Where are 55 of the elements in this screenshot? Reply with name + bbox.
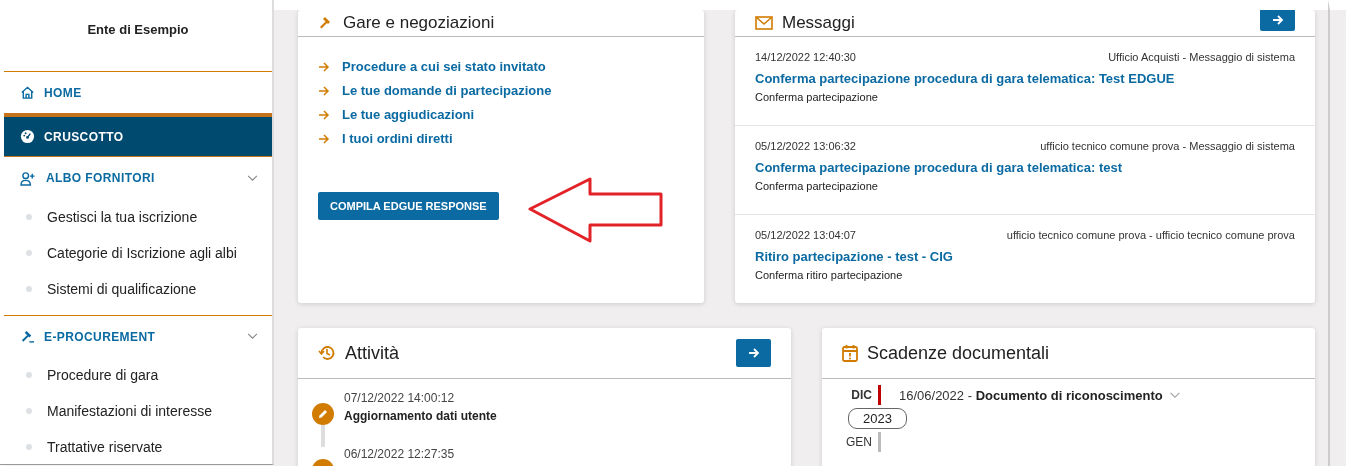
right-arrow-icon xyxy=(747,348,760,358)
submenu-item[interactable]: Gestisci la tua iscrizione xyxy=(4,199,272,235)
link[interactable]: I tuoi ordini diretti xyxy=(318,127,684,151)
submenu-item[interactable]: Trattative riservate xyxy=(4,429,272,465)
message-sender: ufficio tecnico comune prova - Messaggio di sistema xyxy=(1040,140,1295,152)
message-date: 05/12/2022 13:06:32 xyxy=(755,140,856,152)
message-preview: Conferma ritiro partecipazione xyxy=(755,269,904,281)
link[interactable]: Procedure a cui sei stato invitato xyxy=(318,55,684,79)
card-title: Scadenze documentali xyxy=(867,342,1051,364)
arrow-button[interactable] xyxy=(736,339,771,367)
right-arrow-icon xyxy=(318,110,330,120)
nav-item[interactable]: CRUSCOTTO xyxy=(4,113,272,157)
message-preview: Conferma partecipazione xyxy=(755,91,879,103)
link[interactable]: Le tue domande di partecipazione xyxy=(318,79,684,103)
submenu-item[interactable]: Procedure di gara xyxy=(4,357,272,393)
activity-description: Aggiornamento dati utente xyxy=(344,409,497,423)
message-subject-link[interactable]: Ritiro partecipazione - test - CIG xyxy=(755,249,1295,264)
message-preview: Conferma partecipazione xyxy=(755,180,879,192)
right-arrow-icon xyxy=(318,134,330,144)
deadline-entry[interactable]: 16/06/2022 - Documento di riconoscimento xyxy=(899,387,1163,403)
nav-item[interactable]: E-PROCUREMENT xyxy=(4,315,272,357)
year-badge: 2023 xyxy=(848,408,907,429)
link[interactable]: Le tue aggiudicazioni xyxy=(318,103,684,127)
message-date: 14/12/2022 12:40:30 xyxy=(755,51,856,63)
gavel-icon xyxy=(20,329,35,344)
scrollbar[interactable] xyxy=(1328,0,1346,466)
message-sender: Ufficio Acquisti - Messaggio di sistema xyxy=(1108,51,1295,63)
message-subject-link[interactable]: Conferma partecipazione procedura di gara telematica: Test EDGUE xyxy=(755,71,1295,86)
message-subject-link[interactable]: Conferma partecipazione procedura di gara telematica: test xyxy=(755,160,1295,175)
activity-date: 06/12/2022 12:27:35 xyxy=(344,447,455,461)
month-label: DIC xyxy=(850,388,872,402)
organization-name: Ente di Esempio xyxy=(86,21,190,39)
add-user-icon xyxy=(20,170,37,186)
compile-button[interactable]: COMPILA EDGUE RESPONSE xyxy=(318,192,499,220)
submenu-item[interactable]: Categorie di Iscrizione agli albi xyxy=(4,235,272,271)
activity-date: 07/12/2022 14:00:12 xyxy=(344,391,456,405)
card-title: Messaggi xyxy=(782,13,856,33)
card-title: Gare e negoziazioni xyxy=(343,13,496,33)
submenu-item[interactable]: Manifestazioni di interesse xyxy=(4,393,272,429)
arrow-button[interactable] xyxy=(1260,10,1295,31)
home-icon xyxy=(20,85,35,100)
right-arrow-icon xyxy=(1271,15,1284,25)
month-label: GEN xyxy=(845,435,872,449)
message-sender: ufficio tecnico comune prova - ufficio tecnico comune prova xyxy=(1006,229,1295,241)
right-arrow-icon xyxy=(318,86,330,96)
chevron-icon xyxy=(1168,391,1181,399)
history-icon xyxy=(318,344,336,362)
calendar-alert-icon xyxy=(842,344,858,362)
gauge-icon xyxy=(20,129,35,144)
submenu-item[interactable]: Sistemi di qualificazione xyxy=(4,271,272,307)
card-title: Attività xyxy=(345,342,401,364)
envelope-icon xyxy=(755,16,773,30)
nav-item[interactable]: ALBO FORNITORI xyxy=(4,157,272,199)
message-date: 05/12/2022 13:04:07 xyxy=(755,229,856,241)
right-arrow-icon xyxy=(318,62,330,72)
